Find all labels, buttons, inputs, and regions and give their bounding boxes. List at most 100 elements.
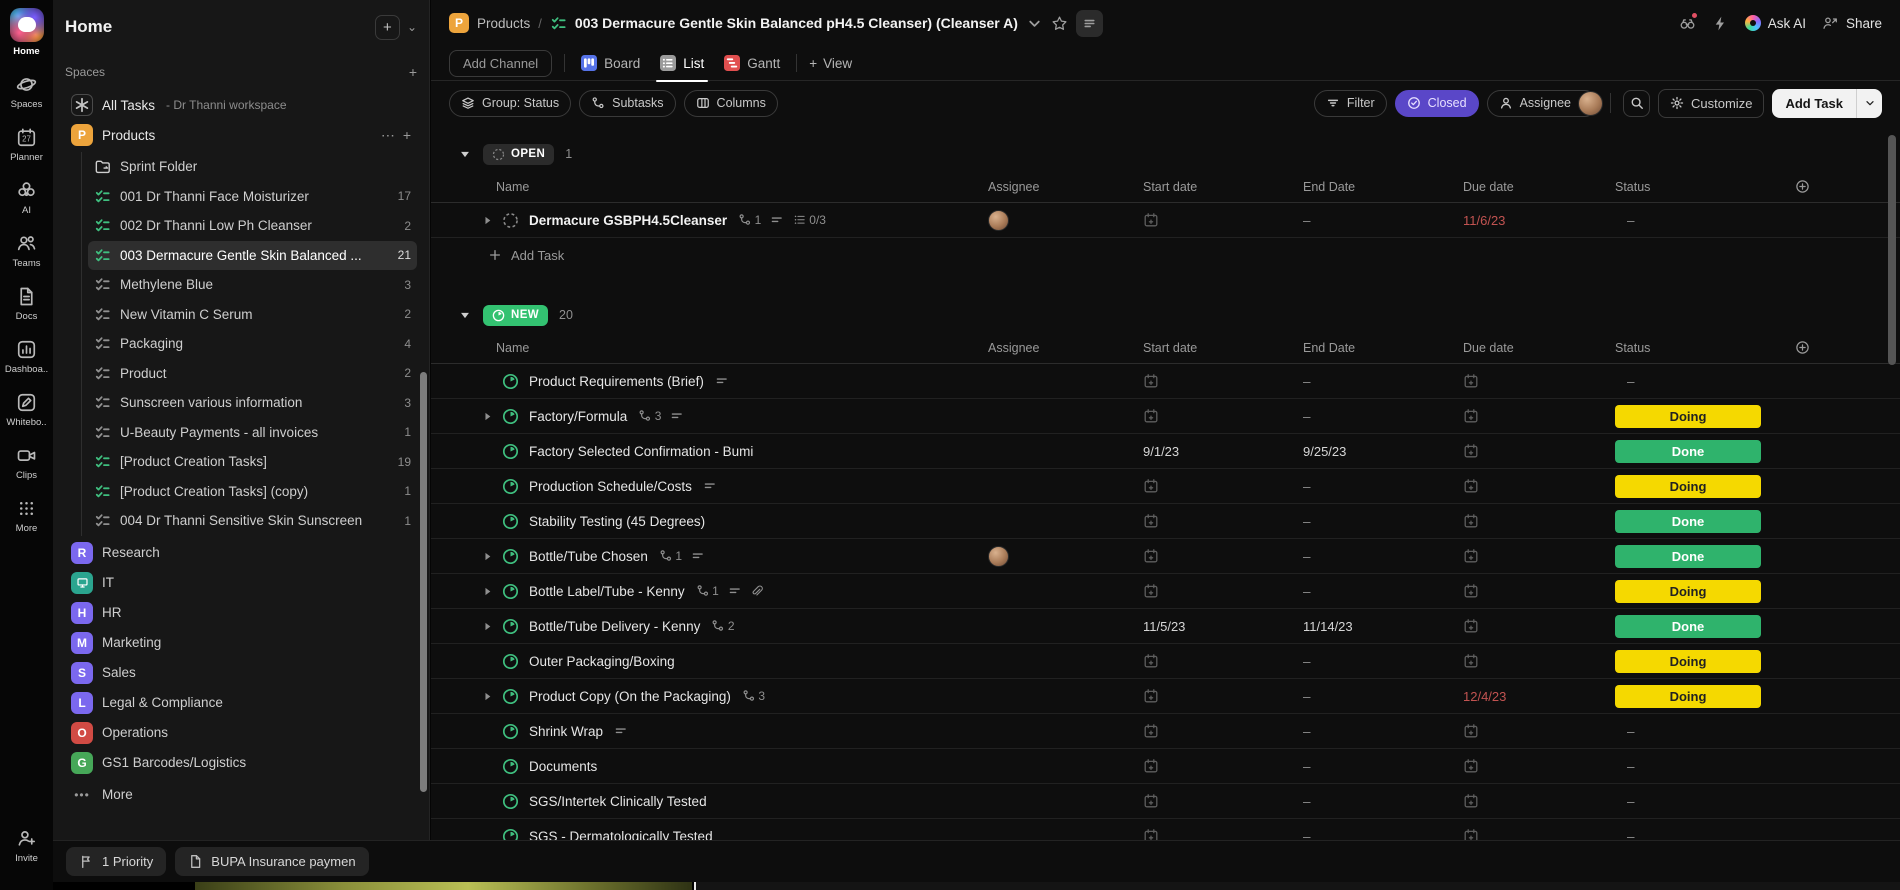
task-row[interactable]: Bottle Label/Tube - Kenny 1 – Doing bbox=[431, 574, 1900, 609]
rail-item-teams[interactable]: Teams bbox=[13, 233, 40, 269]
add-column-icon[interactable] bbox=[1795, 340, 1810, 355]
clock-icon[interactable] bbox=[502, 688, 519, 705]
subtask-count[interactable]: 1 bbox=[696, 584, 719, 598]
description-icon[interactable] bbox=[728, 584, 742, 598]
products-add-icon[interactable]: + bbox=[403, 127, 411, 144]
sidebar-space-marketing[interactable]: M Marketing bbox=[65, 628, 417, 658]
add-task-button[interactable]: Add Task bbox=[1772, 88, 1882, 118]
task-name[interactable]: Factory Selected Confirmation - Bumi bbox=[529, 444, 753, 459]
task-row[interactable]: Factory Selected Confirmation - Bumi 9/1/… bbox=[431, 434, 1900, 469]
expand-chevron-icon[interactable] bbox=[481, 550, 502, 563]
end-date-empty[interactable]: – bbox=[1303, 794, 1311, 809]
title-chevron-down-icon[interactable] bbox=[1026, 15, 1043, 32]
status-pill[interactable]: Doing bbox=[1615, 684, 1761, 708]
calendar-add-icon[interactable] bbox=[1463, 513, 1479, 529]
calendar-add-icon[interactable] bbox=[1143, 513, 1159, 529]
expand-chevron-icon[interactable] bbox=[481, 690, 502, 703]
column-header-name[interactable]: Name bbox=[431, 341, 984, 355]
column-header-assignee[interactable]: Assignee bbox=[984, 180, 1141, 194]
tab-gantt[interactable]: Gantt bbox=[720, 46, 784, 81]
sidebar-space-gs1barcodeslogistics[interactable]: G GS1 Barcodes/Logistics bbox=[65, 748, 417, 778]
tab-board[interactable]: Board bbox=[577, 46, 644, 81]
sidebar-space-it[interactable]: IT bbox=[65, 568, 417, 598]
rail-item-invite[interactable]: Invite bbox=[15, 828, 38, 864]
group-collapse-chevron-icon[interactable] bbox=[458, 147, 472, 161]
column-header-status[interactable]: Status bbox=[1615, 341, 1761, 355]
description-icon[interactable] bbox=[703, 479, 717, 493]
calendar-add-icon[interactable] bbox=[1143, 212, 1159, 228]
rail-item-docs[interactable]: Docs bbox=[16, 286, 37, 322]
clock-icon[interactable] bbox=[502, 373, 519, 390]
calendar-add-icon[interactable] bbox=[1463, 618, 1479, 634]
subtask-count[interactable]: 1 bbox=[738, 213, 761, 227]
sidebar-collapse-chevron-icon[interactable]: ⌄ bbox=[407, 20, 417, 34]
subtask-count[interactable]: 3 bbox=[638, 409, 661, 423]
column-header-end-date[interactable]: End Date bbox=[1301, 180, 1461, 194]
clock-icon[interactable] bbox=[502, 793, 519, 810]
calendar-add-icon[interactable] bbox=[1143, 653, 1159, 669]
expand-chevron-icon[interactable] bbox=[481, 620, 502, 633]
clock-icon[interactable] bbox=[502, 548, 519, 565]
ask-ai-button[interactable]: Ask AI bbox=[1744, 15, 1806, 31]
description-notes-icon[interactable] bbox=[1075, 9, 1103, 37]
task-name[interactable]: Bottle/Tube Delivery - Kenny bbox=[529, 619, 700, 634]
calendar-add-icon[interactable] bbox=[1143, 478, 1159, 494]
sidebar-list-item[interactable]: Sprint Folder bbox=[88, 152, 417, 182]
column-header-start-date[interactable]: Start date bbox=[1141, 341, 1301, 355]
status-empty[interactable]: – bbox=[1615, 794, 1635, 809]
column-header-due-date[interactable]: Due date bbox=[1461, 341, 1615, 355]
end-date-empty[interactable]: – bbox=[1303, 549, 1311, 564]
clock-icon[interactable] bbox=[502, 408, 519, 425]
status-pill[interactable]: Done bbox=[1615, 439, 1761, 463]
breadcrumb-project[interactable]: Products bbox=[477, 16, 530, 31]
assignee-avatar[interactable] bbox=[988, 545, 1009, 567]
calendar-add-icon[interactable] bbox=[1463, 408, 1479, 424]
status-empty[interactable]: – bbox=[1615, 374, 1635, 389]
sidebar-list-item[interactable]: 003 Dermacure Gentle Skin Balanced ... 21 bbox=[88, 240, 417, 270]
task-row[interactable]: SGS/Intertek Clinically Tested – – bbox=[431, 784, 1900, 819]
subtasks-button[interactable]: Subtasks bbox=[579, 89, 676, 117]
sidebar-list-item[interactable]: Packaging 4 bbox=[88, 329, 417, 359]
column-header-end-date[interactable]: End Date bbox=[1301, 341, 1461, 355]
status-pill[interactable]: Doing bbox=[1615, 649, 1761, 673]
sidebar-space-sales[interactable]: S Sales bbox=[65, 658, 417, 688]
calendar-add-icon[interactable] bbox=[1143, 548, 1159, 564]
column-header-start-date[interactable]: Start date bbox=[1141, 180, 1301, 194]
calendar-add-icon[interactable] bbox=[1143, 758, 1159, 774]
sidebar-list-item[interactable]: [Product Creation Tasks] (copy) 1 bbox=[88, 477, 417, 507]
task-name[interactable]: SGS/Intertek Clinically Tested bbox=[529, 794, 707, 809]
group-status-badge[interactable]: OPEN bbox=[483, 143, 555, 165]
clock-icon[interactable] bbox=[502, 758, 519, 775]
assignee-avatar[interactable] bbox=[988, 209, 1009, 231]
column-header-status[interactable]: Status bbox=[1615, 180, 1761, 194]
rail-item-spaces[interactable]: Spaces bbox=[11, 74, 42, 110]
task-row[interactable]: Product Requirements (Brief) – – bbox=[431, 364, 1900, 399]
sidebar-list-item[interactable]: 001 Dr Thanni Face Moisturizer 17 bbox=[88, 182, 417, 212]
end-date-empty[interactable]: – bbox=[1303, 409, 1311, 424]
end-date-value[interactable]: 11/14/23 bbox=[1303, 619, 1353, 634]
group-collapse-chevron-icon[interactable] bbox=[458, 308, 472, 322]
task-name[interactable]: Outer Packaging/Boxing bbox=[529, 654, 675, 669]
spaces-add-button[interactable]: + bbox=[409, 64, 417, 80]
products-more-icon[interactable]: ⋯ bbox=[381, 127, 395, 144]
group-status-badge[interactable]: NEW bbox=[483, 304, 549, 326]
end-date-empty[interactable]: – bbox=[1303, 759, 1311, 774]
sidebar-list-item[interactable]: Product 2 bbox=[88, 359, 417, 389]
assignee-filter-button[interactable]: Assignee bbox=[1486, 89, 1604, 117]
add-task-row[interactable]: Add Task bbox=[431, 238, 1900, 272]
status-pill[interactable]: Doing bbox=[1615, 404, 1761, 428]
clock-icon[interactable] bbox=[502, 618, 519, 635]
due-date-value[interactable]: 12/4/23 bbox=[1463, 689, 1506, 704]
rail-item-ai[interactable]: AI bbox=[16, 180, 37, 216]
column-header-name[interactable]: Name bbox=[431, 180, 984, 194]
paperclip-icon[interactable] bbox=[750, 584, 764, 598]
start-date-value[interactable]: 11/5/23 bbox=[1143, 619, 1185, 634]
calendar-add-icon[interactable] bbox=[1143, 688, 1159, 704]
sidebar-scrollbar[interactable] bbox=[420, 372, 427, 792]
calendar-add-icon[interactable] bbox=[1463, 793, 1479, 809]
task-name[interactable]: Product Requirements (Brief) bbox=[529, 374, 704, 389]
status-pill[interactable]: Done bbox=[1615, 509, 1761, 533]
closed-toggle[interactable]: Closed bbox=[1394, 89, 1479, 117]
rail-item-planner[interactable]: 27 Planner bbox=[10, 127, 43, 163]
doc-tray-item[interactable]: BUPA Insurance paymen bbox=[175, 847, 369, 876]
